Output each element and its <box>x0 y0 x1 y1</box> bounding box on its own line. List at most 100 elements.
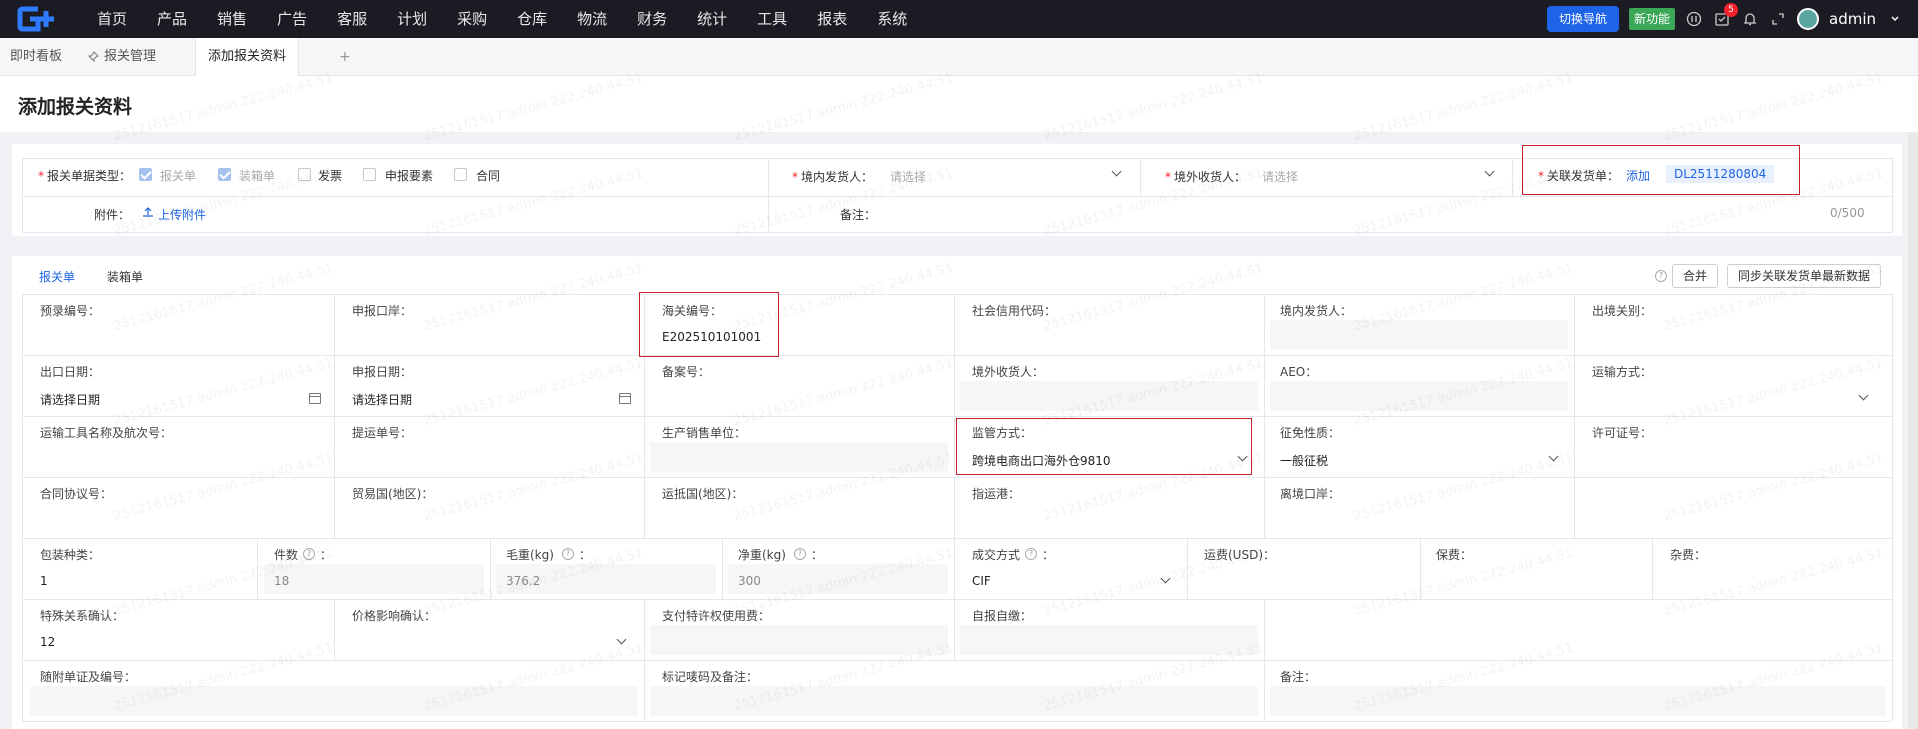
special-relation-input[interactable]: 12 <box>40 635 55 649</box>
exit-customs-input[interactable] <box>1582 320 1886 348</box>
fullscreen-icon[interactable] <box>1769 10 1787 28</box>
merge-button[interactable]: 合并 <box>1672 264 1719 288</box>
nav-item-finance[interactable]: 财务 <box>622 0 682 38</box>
top-navigation: 首页 产品 销售 广告 客服 计划 采购 仓库 物流 财务 统计 工具 报表 系… <box>0 0 1918 38</box>
switch-nav-button[interactable]: 切换导航 <box>1546 6 1619 32</box>
contract-no-input[interactable] <box>30 503 326 531</box>
user-name[interactable]: admin <box>1829 10 1876 28</box>
notification-badge: 5 <box>1724 3 1738 17</box>
misc-fee-input[interactable] <box>1660 564 1886 592</box>
checkbox-contract[interactable] <box>454 168 467 181</box>
linked-invoice-tag[interactable]: DL2511280804 <box>1666 165 1775 183</box>
new-feature-button[interactable]: 新功能 <box>1628 8 1675 30</box>
port-of-loading-input[interactable] <box>962 503 1258 531</box>
remark-field-label: 备注： <box>1280 670 1317 684</box>
avatar[interactable] <box>1797 8 1819 30</box>
scrollbar[interactable] <box>1908 132 1918 729</box>
freight-input[interactable] <box>1194 564 1414 592</box>
deal-mode-select[interactable]: CIF <box>972 574 991 588</box>
help-icon[interactable]: ? <box>1025 548 1037 560</box>
upload-attachment-link[interactable]: 上传附件 <box>158 206 206 223</box>
pin-icon[interactable] <box>87 51 99 65</box>
sync-invoice-button[interactable]: 同步关联发货单最新数据 <box>1727 264 1882 288</box>
nav-item-plan[interactable]: 计划 <box>382 0 442 38</box>
nav-item-ads[interactable]: 广告 <box>262 0 322 38</box>
divider <box>1264 599 1265 721</box>
license-no-input[interactable] <box>1582 442 1886 470</box>
export-date-picker[interactable]: 请选择日期 <box>40 391 100 408</box>
attached-docs-label: 随附单证及编号： <box>40 670 137 684</box>
nav-item-stats[interactable]: 统计 <box>682 0 742 38</box>
nav-item-tools[interactable]: 工具 <box>742 0 802 38</box>
overseas-consignee-field <box>960 381 1258 411</box>
add-linked-invoice-link[interactable]: 添加 <box>1626 167 1650 184</box>
help-icon[interactable]: ? <box>1655 270 1667 282</box>
doc-type-label: * 报关单据类型： <box>38 169 132 183</box>
chevron-down-icon[interactable] <box>1111 166 1122 177</box>
royalty-label: 支付特许权使用费： <box>662 609 771 623</box>
tab-customs-management[interactable]: 报关管理 <box>104 38 156 76</box>
record-no-input[interactable] <box>652 381 948 409</box>
nav-item-warehouse[interactable]: 仓库 <box>502 0 562 38</box>
transport-name-label: 运输工具名称及航次号： <box>40 426 173 440</box>
price-impact-select[interactable] <box>342 625 638 653</box>
supervision-select[interactable]: 跨境电商出口海外仓9810 <box>972 452 1111 469</box>
domestic-shipper-select[interactable]: 请选择 <box>890 168 926 185</box>
chevron-down-icon[interactable] <box>1484 166 1495 177</box>
aeo-label: AEO： <box>1280 365 1318 379</box>
divider <box>22 196 1892 197</box>
checkbox-packing-list[interactable] <box>218 168 231 181</box>
pieces-value: 18 <box>274 574 290 588</box>
transport-mode-select[interactable] <box>1582 381 1886 409</box>
levy-nature-select[interactable]: 一般征税 <box>1280 452 1328 469</box>
nav-item-sales[interactable]: 销售 <box>202 0 262 38</box>
checkbox-label: 合同 <box>476 169 501 183</box>
nav-item-logistics[interactable]: 物流 <box>562 0 622 38</box>
upload-icon[interactable] <box>142 206 154 221</box>
package-type-input[interactable]: 1 <box>40 574 48 588</box>
declare-port-input[interactable] <box>342 320 638 348</box>
insurance-input[interactable] <box>1426 564 1646 592</box>
checkbox-customs-declaration[interactable] <box>139 168 152 181</box>
overseas-consignee-select[interactable]: 请选择 <box>1262 168 1298 185</box>
help-icon[interactable]: ? <box>303 548 315 560</box>
transport-name-input[interactable] <box>30 442 326 470</box>
help-icon[interactable]: ? <box>794 548 806 560</box>
logo-icon[interactable] <box>16 5 60 33</box>
subtab-customs-declaration[interactable]: 报关单 <box>39 268 75 285</box>
domestic-shipper-field-label: 境内发货人： <box>1280 304 1353 318</box>
trade-country-input[interactable] <box>342 503 638 531</box>
chevron-down-icon[interactable] <box>1160 573 1171 584</box>
info-icon[interactable] <box>1685 10 1703 28</box>
tab-dashboard[interactable]: 即时看板 <box>10 38 62 76</box>
bell-icon[interactable] <box>1741 10 1759 28</box>
preentry-no-input[interactable] <box>30 320 326 348</box>
customs-no-input[interactable]: E202510101001 <box>662 330 761 344</box>
credit-code-input[interactable] <box>962 320 1258 348</box>
exit-port-input[interactable] <box>1270 503 1566 531</box>
nav-item-service[interactable]: 客服 <box>322 0 382 38</box>
nav-item-purchase[interactable]: 采购 <box>442 0 502 38</box>
chevron-down-icon[interactable] <box>1886 10 1904 28</box>
remark-field <box>1270 686 1886 716</box>
remark-input[interactable] <box>892 198 1892 232</box>
divider <box>22 416 1892 417</box>
nav-item-products[interactable]: 产品 <box>142 0 202 38</box>
tab-add-customs[interactable]: 添加报关资料 <box>195 38 300 76</box>
help-icon[interactable]: ? <box>562 548 574 560</box>
calendar-icon[interactable] <box>619 393 631 404</box>
checkbox-invoice[interactable] <box>298 168 311 181</box>
chevron-down-icon[interactable] <box>1548 451 1559 462</box>
dest-country-input[interactable] <box>652 503 948 531</box>
declare-date-picker[interactable]: 请选择日期 <box>352 391 412 408</box>
nav-item-home[interactable]: 首页 <box>82 0 142 38</box>
bill-no-input[interactable] <box>342 442 638 470</box>
add-tab-button[interactable]: + <box>339 38 351 76</box>
task-icon[interactable]: 5 <box>1713 3 1738 28</box>
calendar-icon[interactable] <box>309 393 321 404</box>
checkbox-declare-elements[interactable] <box>363 168 376 181</box>
nav-item-system[interactable]: 系统 <box>862 0 922 38</box>
subtab-packing-list[interactable]: 装箱单 <box>107 268 143 285</box>
bill-no-label: 提运单号： <box>352 426 413 440</box>
nav-item-reports[interactable]: 报表 <box>802 0 862 38</box>
